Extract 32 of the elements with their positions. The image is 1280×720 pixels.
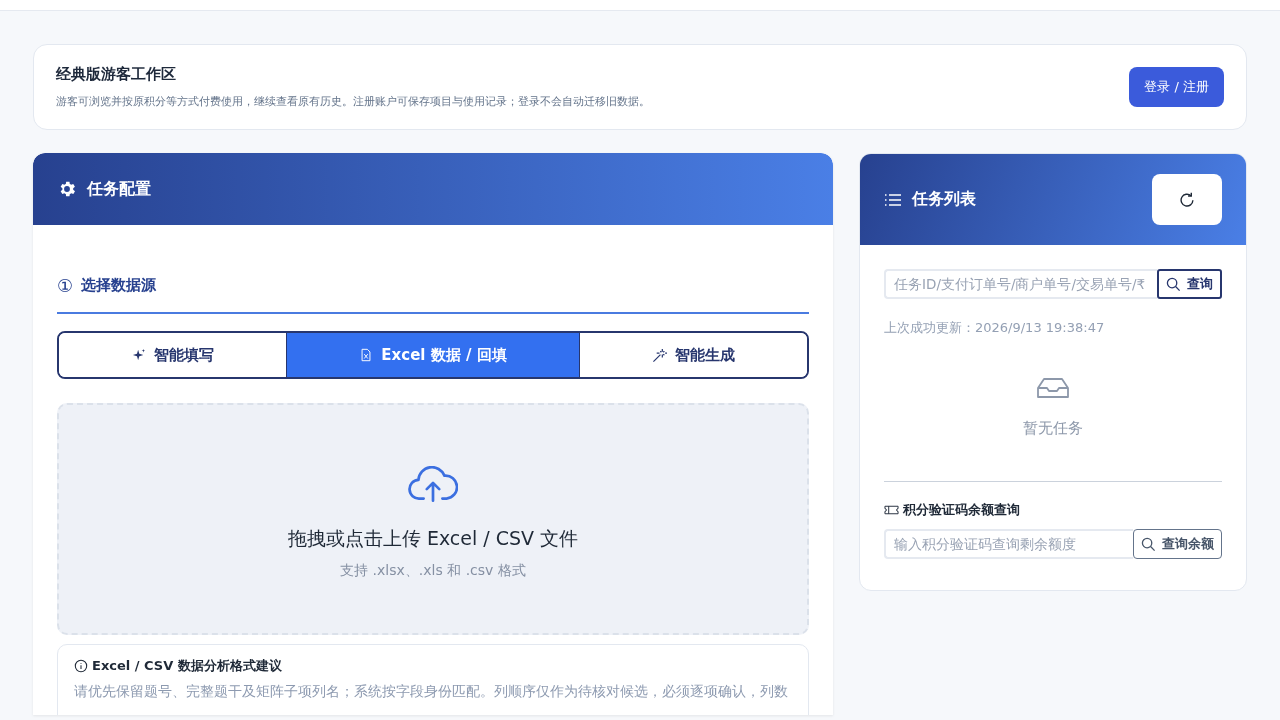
balance-title: 积分验证码余额查询: [903, 501, 1020, 519]
search-icon: [1141, 536, 1156, 552]
tip-text: 请优先保留题号、完整题干及矩阵子项列名；系统按字段身份匹配。列顺序仅作为待核对候选，必须逐项确认，列数: [74, 683, 789, 701]
source-tab[interactable]: Excel 数据 / 回填: [287, 333, 580, 377]
upload-dropzone[interactable]: 拖拽或点击上传 Excel / CSV 文件 支持 .xlsx、.xls 和 .csv 格式: [57, 403, 809, 635]
refresh-button[interactable]: [1152, 174, 1222, 225]
login-button[interactable]: 登录 / 注册: [1129, 67, 1224, 107]
panel-title: 任务配置: [87, 178, 151, 200]
task-search-field[interactable]: 任务ID/支付订单号/商户单号/交易单号/₹: [884, 269, 1157, 299]
search-icon: [1166, 276, 1181, 292]
tip-title: Excel / CSV 数据分析格式建议: [92, 657, 282, 675]
cloud-upload-icon: [408, 466, 458, 504]
last-update-text: 上次成功更新：2026/9/13 19:38:47: [884, 319, 1106, 337]
ticket-icon: [884, 505, 899, 515]
wand-icon: [651, 347, 667, 363]
upload-title: 拖拽或点击上传 Excel / CSV 文件: [287, 526, 579, 551]
info-icon: [74, 659, 88, 673]
empty-state-text: 暂无任务: [1023, 419, 1083, 438]
check-balance-button[interactable]: 查询余额: [1133, 529, 1222, 559]
banner-title: 经典版游客工作区: [56, 65, 177, 84]
code-input-field[interactable]: 输入积分验证码查询剩余额度: [884, 529, 1133, 559]
file-icon: [359, 348, 374, 362]
banner-description: 游客可浏览并按原积分等方式付费使用，继续查看原有历史。注册账户可保存项目与使用记录；登录不会自动迁移旧数据。: [56, 94, 650, 109]
step-number: ①: [57, 275, 74, 296]
refresh-icon: [1180, 192, 1194, 207]
list-icon: [884, 192, 902, 207]
upload-hint: 支持 .xlsx、.xls 和 .csv 格式: [340, 562, 526, 580]
step-title: 选择数据源: [81, 276, 157, 295]
panel-title: 任务列表: [912, 189, 976, 210]
search-button[interactable]: 查询: [1157, 269, 1222, 299]
inbox-icon: [1036, 377, 1070, 399]
source-tab[interactable]: 智能填写: [59, 333, 288, 377]
